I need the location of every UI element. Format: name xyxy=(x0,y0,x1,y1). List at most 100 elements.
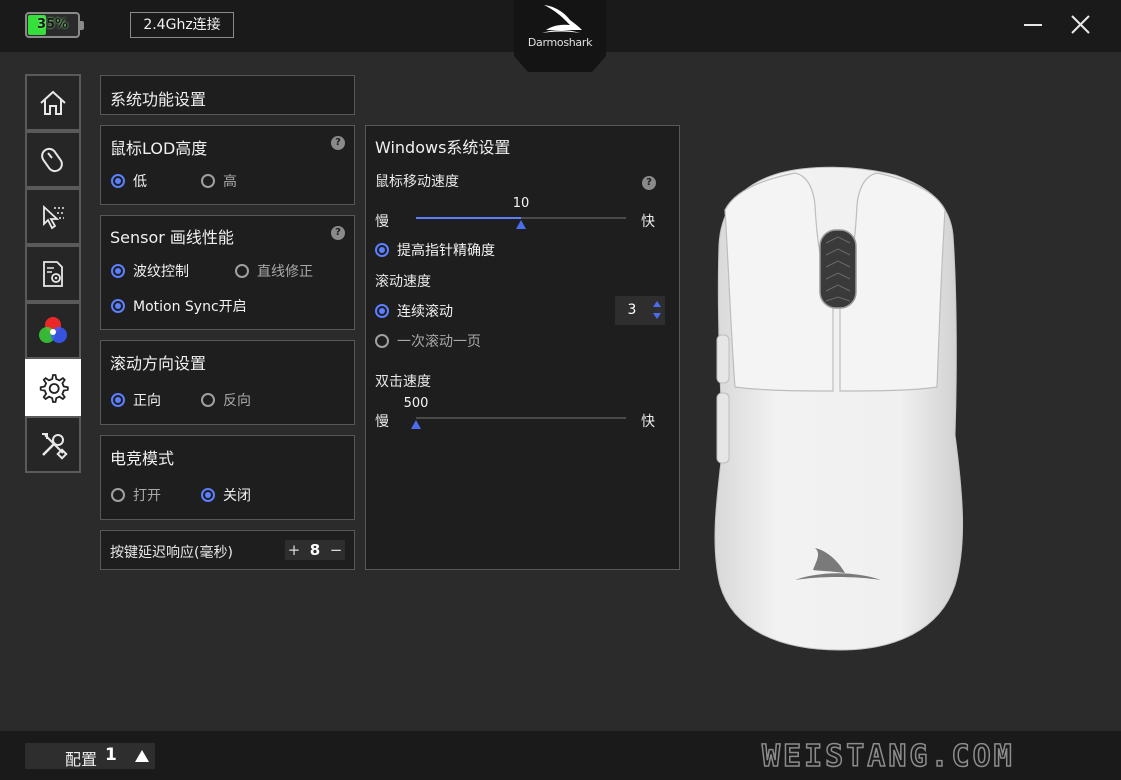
esports-on-label: 打开 xyxy=(133,488,161,504)
debounce-increase-button[interactable]: + xyxy=(285,541,303,559)
debounce-value[interactable]: 8 xyxy=(310,541,320,559)
bottom-bar: 配置 1 WEISTANG.COM xyxy=(0,731,1121,780)
motion-sync-radio[interactable]: Motion Sync开启 xyxy=(111,296,247,316)
profile-selector[interactable]: 配置 1 xyxy=(25,743,155,769)
radio-dot xyxy=(201,488,215,502)
page-title: 系统功能设置 xyxy=(110,90,207,109)
esports-off-label: 关闭 xyxy=(223,488,251,504)
windows-settings-title: Windows系统设置 xyxy=(375,138,511,157)
scroll-continuous-label: 连续滚动 xyxy=(397,304,453,320)
tools-icon xyxy=(42,432,68,460)
double-click-thumb[interactable] xyxy=(411,420,421,429)
nav-lighting[interactable] xyxy=(25,302,81,359)
battery-percent: 35% xyxy=(36,17,69,32)
radio-dot xyxy=(111,264,125,278)
scroll-page-label: 一次滚动一页 xyxy=(397,334,481,350)
home-icon xyxy=(40,90,66,115)
lod-title: 鼠标LOD高度 xyxy=(110,139,208,158)
radio-dot xyxy=(111,393,125,407)
angle-snap-label: 直线修正 xyxy=(257,264,313,280)
nav-tools[interactable] xyxy=(25,416,81,473)
pointer-speed-help-icon[interactable]: ? xyxy=(642,176,656,190)
radio-dot xyxy=(375,243,389,257)
scroll-lines-value: 3 xyxy=(627,302,637,318)
double-click-slow-label: 慢 xyxy=(375,414,389,430)
side-nav xyxy=(25,74,81,474)
debounce-stepper: + 8 − xyxy=(285,540,345,560)
sensor-help-icon[interactable]: ? xyxy=(331,226,345,240)
pointer-speed-slow-label: 慢 xyxy=(375,214,389,230)
debounce-panel: 按键延迟响应(毫秒) + 8 − xyxy=(100,530,355,570)
triangle-up-icon[interactable] xyxy=(134,749,150,763)
brand-name: Darmoshark xyxy=(527,36,593,49)
pointer-speed-fill xyxy=(416,217,521,219)
scroll-direction-panel: 滚动方向设置 正向 反向 xyxy=(100,340,355,425)
double-click-slider[interactable] xyxy=(411,417,626,429)
pointer-speed-value: 10 xyxy=(512,196,530,211)
sensor-title: Sensor 画线性能 xyxy=(110,228,234,247)
lod-low-radio[interactable]: 低 xyxy=(111,171,147,191)
ripple-control-radio[interactable]: 波纹控制 xyxy=(111,261,189,281)
mouse-icon xyxy=(41,147,63,172)
scroll-page-radio[interactable]: 一次滚动一页 xyxy=(375,331,481,351)
angle-snap-radio[interactable]: 直线修正 xyxy=(235,261,313,281)
radio-dot xyxy=(235,264,249,278)
lod-help-icon[interactable]: ? xyxy=(331,136,345,150)
title-bar: 35% 2.4Ghz连接 Darmoshark xyxy=(0,0,1121,72)
double-click-value: 500 xyxy=(403,396,429,411)
scroll-reverse-radio[interactable]: 反向 xyxy=(201,390,251,410)
double-click-fast-label: 快 xyxy=(641,414,655,430)
brand-logo: Darmoshark xyxy=(512,0,608,72)
lod-panel: 鼠标LOD高度 ? 低 高 xyxy=(100,125,355,205)
mouse-product-image xyxy=(714,166,964,651)
radio-dot xyxy=(111,174,125,188)
gear-icon xyxy=(39,373,69,403)
radio-dot xyxy=(375,304,389,318)
lod-low-label: 低 xyxy=(133,174,147,190)
scroll-forward-radio[interactable]: 正向 xyxy=(111,390,161,410)
close-button[interactable] xyxy=(1064,10,1098,40)
nav-home[interactable] xyxy=(25,74,81,131)
scroll-reverse-label: 反向 xyxy=(223,393,251,409)
pointer-precision-radio[interactable]: 提高指针精确度 xyxy=(375,240,495,260)
pointer-icon xyxy=(43,204,64,229)
scroll-speed-label: 滚动速度 xyxy=(375,274,431,290)
system-settings-header: 系统功能设置 xyxy=(100,75,355,115)
scroll-direction-title: 滚动方向设置 xyxy=(110,354,207,373)
lod-high-radio[interactable]: 高 xyxy=(201,171,237,191)
connection-mode: 2.4Ghz连接 xyxy=(130,12,234,38)
watermark: WEISTANG.COM xyxy=(761,738,1015,775)
nav-pointer[interactable] xyxy=(25,188,81,245)
radio-dot xyxy=(111,299,125,313)
radio-dot xyxy=(111,488,125,502)
radio-dot xyxy=(201,393,215,407)
pointer-speed-label: 鼠标移动速度 xyxy=(375,174,459,190)
scroll-lines-spinner[interactable]: 3 xyxy=(615,296,665,325)
nav-mouse[interactable] xyxy=(25,131,81,188)
motion-sync-label: Motion Sync开启 xyxy=(133,299,247,315)
battery-tip xyxy=(80,21,84,30)
esports-on-radio[interactable]: 打开 xyxy=(111,485,161,505)
nav-settings[interactable] xyxy=(25,359,81,416)
profile-number: 1 xyxy=(105,745,117,765)
minimize-icon xyxy=(1024,24,1042,26)
battery-indicator: 35% xyxy=(25,12,84,38)
scroll-forward-label: 正向 xyxy=(133,393,161,409)
radio-dot xyxy=(375,334,389,348)
scroll-continuous-radio[interactable]: 连续滚动 xyxy=(375,301,453,321)
pointer-precision-label: 提高指针精确度 xyxy=(397,243,495,259)
debounce-label: 按键延迟响应(毫秒) xyxy=(110,545,233,561)
minimize-button[interactable] xyxy=(1016,10,1050,40)
debounce-decrease-button[interactable]: − xyxy=(327,541,345,559)
pointer-speed-slider[interactable] xyxy=(416,217,626,229)
esports-off-radio[interactable]: 关闭 xyxy=(201,485,251,505)
double-click-label: 双击速度 xyxy=(375,374,431,390)
document-settings-icon xyxy=(43,260,63,287)
rgb-icon xyxy=(39,316,67,343)
pointer-speed-thumb[interactable] xyxy=(516,220,526,229)
sensor-panel: Sensor 画线性能 ? 波纹控制 直线修正 Motion Sync开启 xyxy=(100,215,355,330)
spinner-arrows-icon xyxy=(653,301,661,319)
esports-mode-panel: 电竞模式 打开 关闭 xyxy=(100,435,355,520)
nav-macro[interactable] xyxy=(25,245,81,302)
close-icon xyxy=(1071,15,1090,34)
